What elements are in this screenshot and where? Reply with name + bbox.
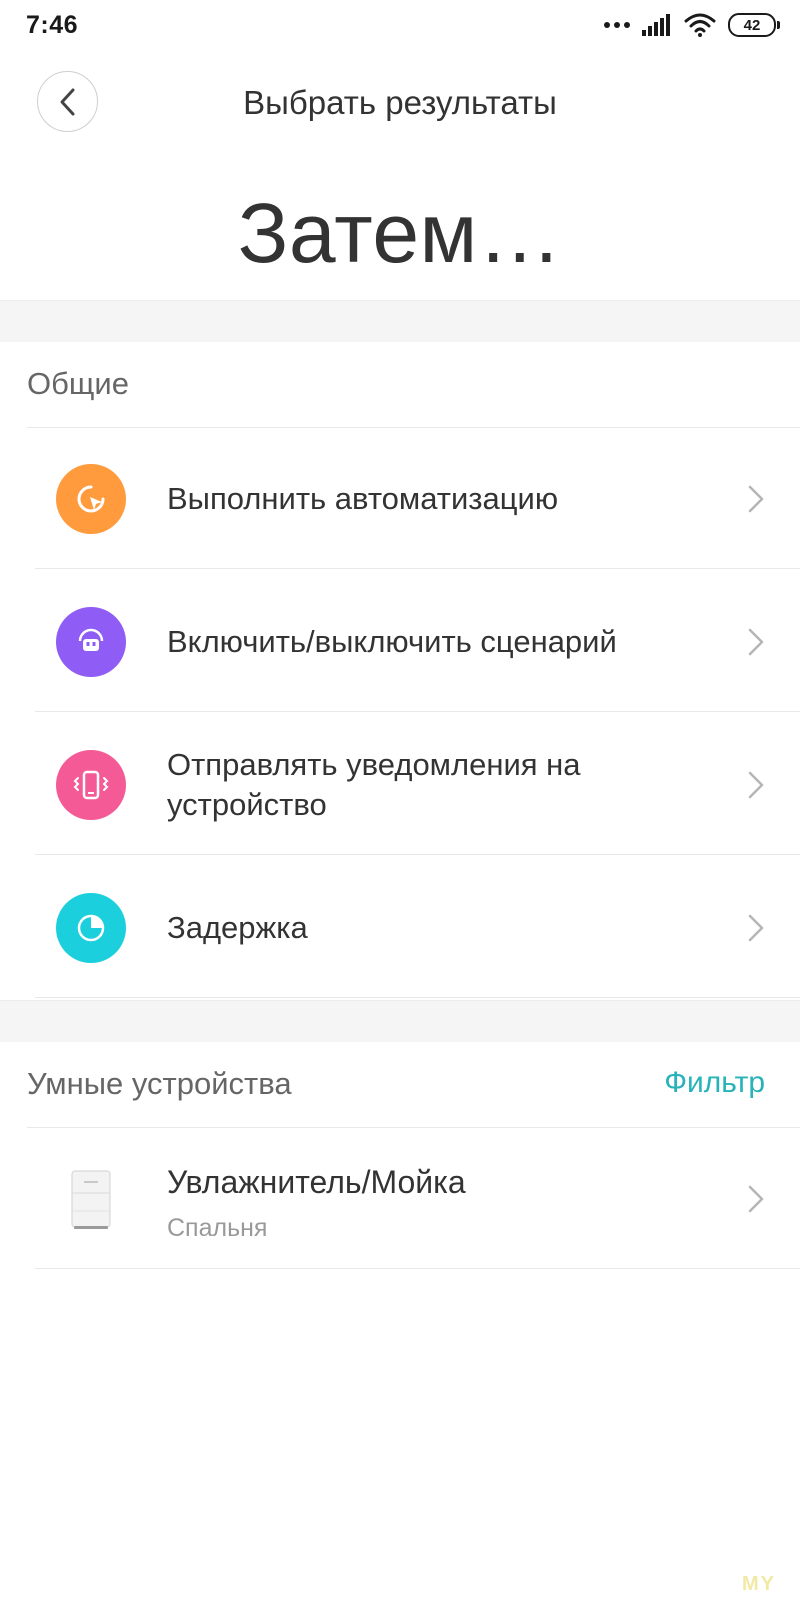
chevron-right-icon xyxy=(748,1185,764,1213)
header: Выбрать результаты xyxy=(0,70,800,132)
automation-icon xyxy=(56,464,126,534)
device-item[interactable]: Увлажнитель/Мойка Спальня xyxy=(0,1129,800,1269)
device-room: Спальня xyxy=(167,1214,268,1242)
battery-icon: 42 xyxy=(728,13,780,37)
devices-section-header: Умные устройства Фильтр xyxy=(27,1042,800,1128)
humidifier-icon xyxy=(71,1170,111,1229)
chevron-right-icon xyxy=(748,628,764,656)
signal-icon xyxy=(642,14,670,36)
general-section-title: Общие xyxy=(27,366,129,401)
general-section-header: Общие xyxy=(27,342,800,428)
filter-button[interactable]: Фильтр xyxy=(664,1066,765,1100)
device-name: Увлажнитель/Мойка xyxy=(167,1164,466,1200)
chevron-right-icon xyxy=(748,485,764,513)
page-title: Затем… xyxy=(237,186,563,280)
chevron-right-icon xyxy=(748,914,764,942)
more-dots-icon xyxy=(604,22,630,28)
notification-icon xyxy=(56,750,126,820)
status-icons: 42 xyxy=(604,12,780,38)
section-separator xyxy=(0,1000,800,1042)
action-label: Отправлять уведомления на устройство xyxy=(167,747,581,822)
chevron-right-icon xyxy=(748,771,764,799)
wifi-icon xyxy=(684,13,716,37)
action-label: Задержка xyxy=(167,910,308,945)
action-item-send-notification[interactable]: Отправлять уведомления на устройство xyxy=(0,715,800,855)
action-label: Выполнить автоматизацию xyxy=(167,481,559,516)
status-time: 7:46 xyxy=(26,11,79,39)
watermark: MY xyxy=(742,1573,776,1595)
scenario-icon xyxy=(56,607,126,677)
action-item-run-automation[interactable]: Выполнить автоматизацию xyxy=(0,429,800,569)
status-bar: 7:46 42 xyxy=(0,0,800,50)
action-item-toggle-scenario[interactable]: Включить/выключить сценарий xyxy=(0,572,800,712)
delay-icon xyxy=(56,893,126,963)
action-item-delay[interactable]: Задержка xyxy=(0,858,800,998)
header-title: Выбрать результаты xyxy=(243,84,557,121)
action-label: Включить/выключить сценарий xyxy=(167,624,617,659)
section-separator xyxy=(0,300,800,342)
battery-level: 42 xyxy=(743,16,761,34)
devices-section-title: Умные устройства xyxy=(27,1066,292,1101)
